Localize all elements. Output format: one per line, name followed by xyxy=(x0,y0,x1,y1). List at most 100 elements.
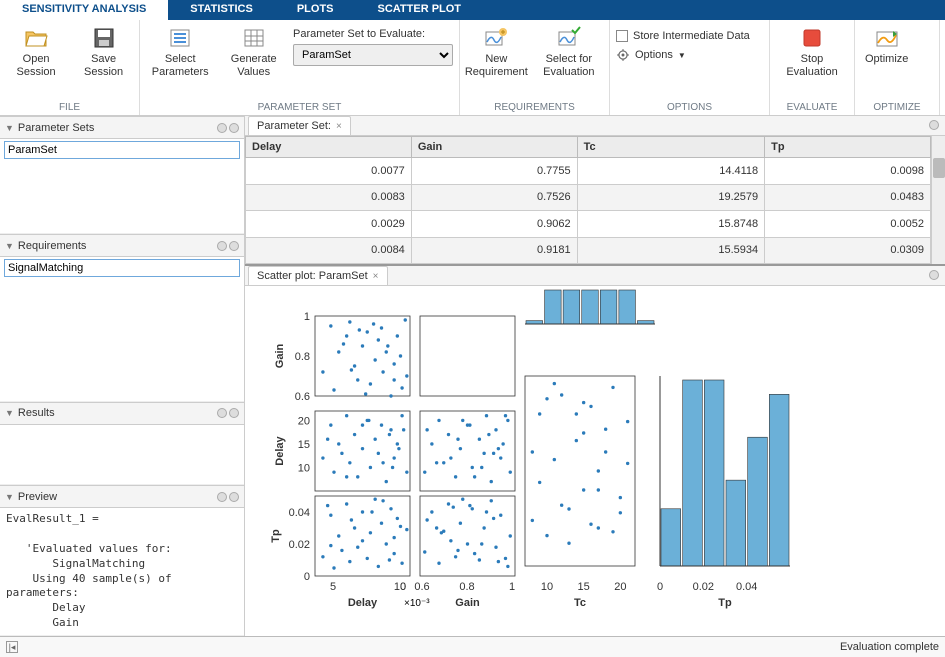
save-session-button[interactable]: Save Session xyxy=(74,24,133,81)
svg-text:×10⁻³: ×10⁻³ xyxy=(404,598,430,609)
svg-text:Delay: Delay xyxy=(348,597,378,609)
svg-text:Tp: Tp xyxy=(718,597,732,609)
panel-header-preview[interactable]: ▼ Preview xyxy=(0,486,244,508)
panel-menu-icon[interactable] xyxy=(217,241,227,251)
close-icon[interactable]: × xyxy=(373,271,379,282)
svg-text:15: 15 xyxy=(298,439,310,451)
table-row[interactable]: 0.00840.918115.59340.0309 xyxy=(246,237,931,264)
table-row[interactable]: 0.00770.775514.41180.0098 xyxy=(246,158,931,185)
panel-header-results[interactable]: ▼ Results xyxy=(0,403,244,425)
table-header[interactable]: Tc xyxy=(577,137,765,158)
select-for-evaluation-button[interactable]: Select for Evaluation xyxy=(535,24,603,81)
triangle-down-icon: ▼ xyxy=(5,492,14,502)
svg-text:0: 0 xyxy=(657,581,663,593)
panel-menu-icon[interactable] xyxy=(217,123,227,133)
doc-tab-row-top: Parameter Set: × xyxy=(245,116,945,136)
panel-header-requirements[interactable]: ▼ Requirements xyxy=(0,235,244,257)
table-row[interactable]: 0.00830.752619.25790.0483 xyxy=(246,184,931,211)
ribbon-group-optimize-label: OPTIMIZE xyxy=(855,100,939,115)
tab-sensitivity[interactable]: SENSITIVITY ANALYSIS xyxy=(0,0,168,20)
param-set-eval-group: Parameter Set to Evaluate: ParamSet xyxy=(293,24,453,66)
options-button[interactable]: Options ▼ xyxy=(616,48,686,62)
svg-text:20: 20 xyxy=(298,415,310,427)
param-table[interactable]: DelayGainTcTp 0.00770.775514.41180.00980… xyxy=(245,136,931,264)
store-intermediate-checkbox[interactable]: Store Intermediate Data xyxy=(616,30,750,42)
svg-text:5: 5 xyxy=(330,581,336,593)
tab-scatter[interactable]: SCATTER PLOT xyxy=(356,0,484,20)
svg-text:0.02: 0.02 xyxy=(289,539,310,551)
table-row[interactable]: 0.00290.906215.87480.0052 xyxy=(246,211,931,238)
optimize-icon xyxy=(875,26,899,50)
list-icon xyxy=(168,26,192,50)
new-requirement-button[interactable]: New Requirement xyxy=(466,24,527,81)
triangle-down-icon: ▼ xyxy=(5,123,14,133)
checkbox-icon xyxy=(616,30,628,42)
stop-icon xyxy=(800,26,824,50)
svg-text:0.8: 0.8 xyxy=(295,351,310,363)
open-session-button[interactable]: Open Session xyxy=(6,24,66,81)
svg-text:0.6: 0.6 xyxy=(414,581,429,593)
table-scrollbar[interactable] xyxy=(931,136,945,264)
svg-text:Tc: Tc xyxy=(574,597,586,609)
triangle-down-icon: ▼ xyxy=(5,408,14,418)
ribbon-group-eval-label: EVALUATE xyxy=(770,100,854,115)
svg-text:0: 0 xyxy=(304,571,310,583)
preview-text: EvalResult_1 = 'Evaluated values for: Si… xyxy=(4,510,240,633)
main-tab-bar: SENSITIVITY ANALYSIS STATISTICS PLOTS SC… xyxy=(0,0,945,20)
svg-text:0.6: 0.6 xyxy=(295,391,310,403)
svg-text:Gain: Gain xyxy=(455,597,480,609)
panel-menu-icon[interactable] xyxy=(217,408,227,418)
svg-text:Delay: Delay xyxy=(274,435,286,465)
signal-check-icon xyxy=(557,26,581,50)
param-table-area: DelayGainTcTp 0.00770.775514.41180.00980… xyxy=(245,136,945,266)
svg-text:10: 10 xyxy=(298,462,310,474)
svg-text:10: 10 xyxy=(541,581,553,593)
svg-text:Tp: Tp xyxy=(270,529,282,543)
table-header[interactable]: Delay xyxy=(246,137,412,158)
svg-text:Gain: Gain xyxy=(274,343,286,368)
svg-text:0.02: 0.02 xyxy=(693,581,714,593)
svg-text:1: 1 xyxy=(509,581,515,593)
rewind-icon[interactable]: |◂ xyxy=(6,641,18,653)
svg-text:0.04: 0.04 xyxy=(289,507,310,519)
svg-text:1: 1 xyxy=(304,311,310,323)
grid-icon xyxy=(242,26,266,50)
paramset-item-input[interactable] xyxy=(4,141,240,159)
tab-menu-icon[interactable] xyxy=(929,270,939,280)
ribbon-group-file-label: FILE xyxy=(0,100,139,115)
optimize-button[interactable]: Optimize xyxy=(861,24,912,68)
status-text: Evaluation complete xyxy=(840,641,939,653)
requirement-item-input[interactable] xyxy=(4,259,240,277)
panel-menu-icon[interactable] xyxy=(229,241,239,251)
triangle-down-icon: ▼ xyxy=(5,241,14,251)
panel-menu-icon[interactable] xyxy=(217,492,227,502)
param-set-dropdown[interactable]: ParamSet xyxy=(293,44,453,66)
select-parameters-button[interactable]: Select Parameters xyxy=(146,24,214,81)
svg-text:0.8: 0.8 xyxy=(459,581,474,593)
status-bar: |◂ Evaluation complete xyxy=(0,636,945,657)
table-header[interactable]: Gain xyxy=(411,137,577,158)
doc-tab-scatter[interactable]: Scatter plot: ParamSet × xyxy=(248,266,388,285)
ribbon-group-opt-label: OPTIONS xyxy=(610,100,769,115)
tab-statistics[interactable]: STATISTICS xyxy=(168,0,275,20)
scatter-matrix-plot: 0.60.81Gain101520Delay00.020.04Tp101520T… xyxy=(245,286,945,636)
panel-header-paramsets[interactable]: ▼ Parameter Sets xyxy=(0,117,244,139)
panel-menu-icon[interactable] xyxy=(229,492,239,502)
doc-tab-paramset[interactable]: Parameter Set: × xyxy=(248,116,351,135)
ribbon: Open Session Save Session FILE Select Pa… xyxy=(0,20,945,116)
close-icon[interactable]: × xyxy=(336,121,342,132)
save-icon xyxy=(92,26,116,50)
svg-text:0.04: 0.04 xyxy=(736,581,757,593)
panel-menu-icon[interactable] xyxy=(229,408,239,418)
ribbon-group-req-label: REQUIREMENTS xyxy=(460,100,609,115)
svg-text:20: 20 xyxy=(614,581,626,593)
folder-open-icon xyxy=(24,26,48,50)
tab-plots[interactable]: PLOTS xyxy=(275,0,356,20)
generate-values-button[interactable]: Generate Values xyxy=(222,24,285,81)
table-header[interactable]: Tp xyxy=(765,137,931,158)
tab-menu-icon[interactable] xyxy=(929,120,939,130)
ribbon-group-paramset-label: PARAMETER SET xyxy=(140,100,459,115)
panel-menu-icon[interactable] xyxy=(229,123,239,133)
gear-icon xyxy=(616,48,630,62)
stop-evaluation-button[interactable]: Stop Evaluation xyxy=(776,24,848,81)
